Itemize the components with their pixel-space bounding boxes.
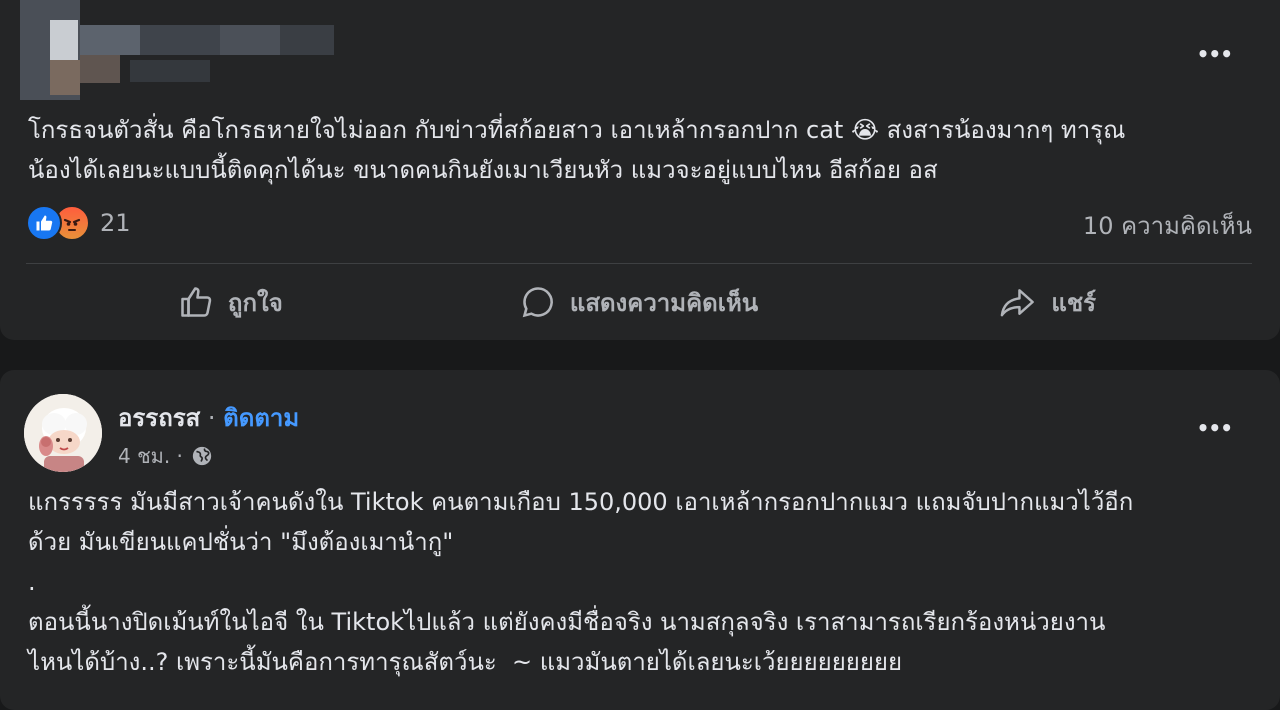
like-label: ถูกใจ [227,288,283,317]
post-card-2: อรรถรส · ติดตาม 4 ชม. · ••• แกรรรรร มันม… [0,370,1280,710]
post-text: โกรธจนตัวสั่น คือโกรธหายใจไม่ออก กับข่าว… [28,116,1126,184]
like-reaction-icon [26,205,62,241]
follow-button[interactable]: ติดตาม [223,404,299,432]
thumbs-up-icon [181,287,212,317]
share-label: แชร์ [1051,288,1096,317]
globe-icon [192,446,212,466]
more-options-icon[interactable]: ••• [1197,416,1233,440]
like-button[interactable]: ถูกใจ [26,272,435,332]
blurred-author-header [20,0,334,100]
author-line: อรรถรส · ติดตาม [118,398,299,437]
comment-bubble-icon [522,287,553,318]
comment-label: แสดงความคิดเห็น [569,288,759,317]
share-arrow-icon [1001,289,1035,317]
separator-dot: · [200,404,224,432]
post-text: แกรรรรร มันมีสาวเจ้าคนดังใน Tiktok คนตาม… [28,488,1134,676]
comment-button[interactable]: แสดงความคิดเห็น [435,272,844,332]
post-meta: 4 ชม. · [118,440,213,472]
comments-count-link[interactable]: 10 ความคิดเห็น [1083,206,1252,245]
more-options-icon[interactable]: ••• [1197,42,1233,66]
author-name[interactable]: อรรถรส [118,404,200,432]
reaction-count: 21 [100,209,131,237]
reaction-summary[interactable]: 21 [26,205,131,241]
post-time[interactable]: 4 ชม. · [118,440,183,472]
share-button[interactable]: แชร์ [843,272,1252,332]
post-actions: ถูกใจ แสดงความคิดเห็น แชร์ [26,272,1252,332]
post-card-1: ••• โกรธจนตัวสั่น คือโกรธหายใจไม่ออก กับ… [0,0,1280,340]
action-divider [26,263,1252,264]
avatar[interactable] [24,394,102,472]
